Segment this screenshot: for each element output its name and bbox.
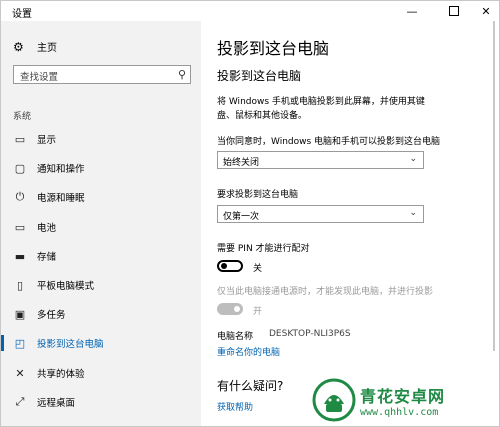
request-label: 要求投影到这台电脑 xyxy=(217,190,299,200)
sidebar-item-label: 多任务 xyxy=(37,310,66,321)
request-dropdown[interactable]: 仅第一次 ⌄ xyxy=(217,205,424,223)
minimize-button[interactable]: — xyxy=(397,1,427,21)
sidebar-item-projection[interactable]: ◰ 投影到这台电脑 xyxy=(1,330,201,356)
home-label: 主页 xyxy=(37,43,57,54)
sidebar-item-display[interactable]: ▭ 显示 xyxy=(1,126,201,152)
main-content: 投影到这台电脑 投影到这台电脑 将 Windows 手机或电脑投影到此屏幕，并使… xyxy=(201,21,499,426)
battery-icon: ▭ xyxy=(14,220,26,234)
notification-icon: ▢ xyxy=(14,161,26,175)
sidebar-item-label: 电池 xyxy=(37,223,57,234)
sidebar-item-storage[interactable]: ▬ 存储 xyxy=(1,243,201,269)
sidebar-item-remote[interactable]: ⤢ 远程桌面 xyxy=(1,389,201,415)
description: 将 Windows 手机或电脑投影到此屏幕，并使用其键盘、鼠标和其他设备。 xyxy=(217,97,425,121)
search-input[interactable]: 查找设置 ⚲ xyxy=(13,65,191,84)
get-help-link[interactable]: 获取帮助 xyxy=(217,400,253,413)
rename-pc-link[interactable]: 重命名你的电脑 xyxy=(217,345,280,358)
search-placeholder: 查找设置 xyxy=(20,72,59,83)
gear-icon: ⚙ xyxy=(13,39,24,54)
multitask-icon: ▣ xyxy=(14,307,26,321)
section-title: 投影到这台电脑 xyxy=(217,69,302,83)
sidebar-item-label: 显示 xyxy=(37,135,57,146)
sidebar: ⚙ 主页 查找设置 ⚲ 系统 ▭ 显示 ▢ 通知和操作 ⏻ 电源和睡眠 ▭ 电池… xyxy=(1,21,201,426)
watermark: 青花安卓网 www.qhhlv.com xyxy=(312,376,498,424)
toggle-knob xyxy=(234,306,240,312)
close-button[interactable]: ✕ xyxy=(471,1,500,21)
question-heading: 有什么疑问? xyxy=(217,379,284,393)
minimize-icon: — xyxy=(406,4,418,18)
power-state: 开 xyxy=(253,307,263,317)
power-label: 仅当此电脑接通电源时，才能发现此电脑，并进行投影 xyxy=(217,287,434,297)
projector-icon: ◰ xyxy=(14,336,26,350)
pc-name-label: 电脑名称 xyxy=(217,332,254,342)
sidebar-item-label: 投影到这台电脑 xyxy=(37,339,104,350)
close-icon: ✕ xyxy=(481,4,491,18)
tablet-icon: ▯ xyxy=(16,278,24,292)
maximize-icon xyxy=(449,6,459,16)
watermark-url: www.qhhlv.com xyxy=(360,406,439,418)
power-icon: ⏻ xyxy=(15,190,25,203)
sidebar-item-label: 存储 xyxy=(37,252,57,263)
watermark-logo-icon xyxy=(312,378,356,422)
sidebar-home[interactable]: ⚙ 主页 xyxy=(13,39,57,55)
settings-window: 设置 — ✕ ⚙ 主页 查找设置 ⚲ 系统 ▭ 显示 ▢ 通知和操作 ⏻ 电源和… xyxy=(0,0,500,427)
sidebar-item-tablet[interactable]: ▯ 平板电脑模式 xyxy=(1,272,201,298)
share-icon: ✕ xyxy=(15,366,25,380)
scrollbar[interactable] xyxy=(493,21,495,351)
search-icon: ⚲ xyxy=(177,68,186,81)
sidebar-item-label: 共享的体验 xyxy=(37,369,85,380)
pin-state: 关 xyxy=(253,264,263,274)
monitor-icon: ▭ xyxy=(14,132,26,146)
when-value: 始终关闭 xyxy=(223,158,260,168)
sidebar-item-label: 平板电脑模式 xyxy=(37,281,95,292)
sidebar-item-multitask[interactable]: ▣ 多任务 xyxy=(1,301,201,327)
sidebar-item-battery[interactable]: ▭ 电池 xyxy=(1,214,201,240)
sidebar-item-label: 远程桌面 xyxy=(37,398,76,409)
title-bar: 设置 — ✕ xyxy=(1,1,499,21)
sidebar-item-notifications[interactable]: ▢ 通知和操作 xyxy=(1,155,201,181)
when-dropdown[interactable]: 始终关闭 ⌄ xyxy=(217,151,424,169)
when-label: 当你同意时，Windows 电脑和手机可以投影到这台电脑 xyxy=(217,137,441,147)
chevron-down-icon: ⌄ xyxy=(409,208,417,218)
watermark-text: 青花安卓网 www.qhhlv.com xyxy=(360,383,445,418)
power-toggle[interactable] xyxy=(217,303,243,315)
section-label: 系统 xyxy=(13,112,32,122)
sidebar-item-shared[interactable]: ✕ 共享的体验 xyxy=(1,360,201,386)
window-title: 设置 xyxy=(12,9,32,20)
sidebar-item-label: 电源和睡眠 xyxy=(37,193,85,204)
remote-icon: ⤢ xyxy=(15,395,25,408)
sidebar-item-power[interactable]: ⏻ 电源和睡眠 xyxy=(1,184,201,210)
pc-name-value: DESKTOP-NLI3P6S xyxy=(269,329,351,339)
watermark-name: 青花安卓网 xyxy=(360,386,446,406)
page-title: 投影到这台电脑 xyxy=(217,39,330,58)
storage-icon: ▬ xyxy=(14,249,26,263)
chevron-down-icon: ⌄ xyxy=(409,154,417,164)
pin-toggle[interactable] xyxy=(217,260,243,272)
pin-label: 需要 PIN 才能进行配对 xyxy=(217,244,310,254)
maximize-button[interactable] xyxy=(439,1,469,21)
toggle-knob xyxy=(221,263,227,269)
sidebar-item-label: 通知和操作 xyxy=(37,164,85,175)
request-value: 仅第一次 xyxy=(223,212,260,222)
